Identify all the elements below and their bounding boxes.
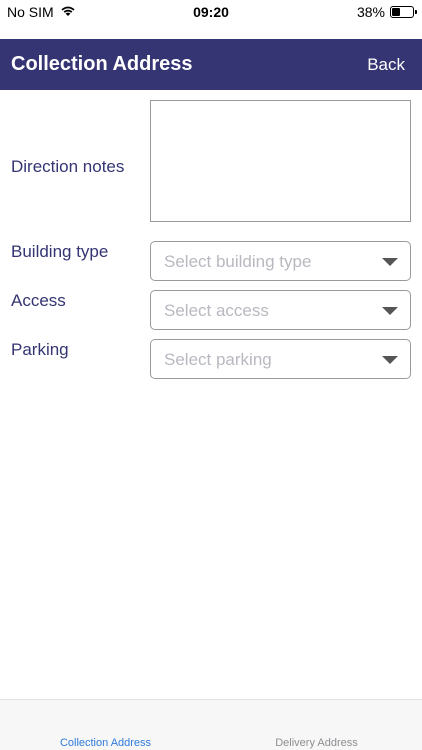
tab-delivery-address[interactable]: Delivery Address <box>211 700 422 750</box>
battery-icon <box>390 6 417 18</box>
access-label: Access <box>11 291 66 310</box>
status-bar: No SIM 09:20 38% <box>0 0 422 39</box>
back-button[interactable]: Back <box>367 55 405 75</box>
parking-label: Parking <box>11 340 69 359</box>
nav-bar: Collection Address Back <box>0 39 422 90</box>
chevron-down-icon <box>382 356 398 364</box>
tab-collection-address-label: Collection Address <box>59 737 152 749</box>
battery-fill <box>392 8 400 16</box>
direction-notes-input[interactable] <box>150 100 411 222</box>
status-right: 38% <box>356 4 417 20</box>
tab-bar: Collection Address Delivery Address <box>0 699 422 750</box>
access-placeholder: Select access <box>164 301 269 320</box>
tab-delivery-address-label: Delivery Address <box>275 737 358 749</box>
battery-percent: 38% <box>356 4 385 20</box>
access-select[interactable]: Select access <box>150 290 411 330</box>
chevron-down-icon <box>382 307 398 315</box>
parking-select[interactable]: Select parking <box>150 339 411 379</box>
tab-collection-address[interactable]: Collection Address <box>0 700 211 750</box>
chevron-down-icon <box>382 258 398 266</box>
page-title: Collection Address <box>11 53 193 75</box>
app-screen: No SIM 09:20 38% Collection Address Back… <box>0 0 422 750</box>
parking-placeholder: Select parking <box>164 350 272 369</box>
building-type-label: Building type <box>11 242 109 261</box>
direction-notes-label: Direction notes <box>11 157 125 176</box>
building-type-placeholder: Select building type <box>164 252 312 271</box>
building-type-select[interactable]: Select building type <box>150 241 411 281</box>
